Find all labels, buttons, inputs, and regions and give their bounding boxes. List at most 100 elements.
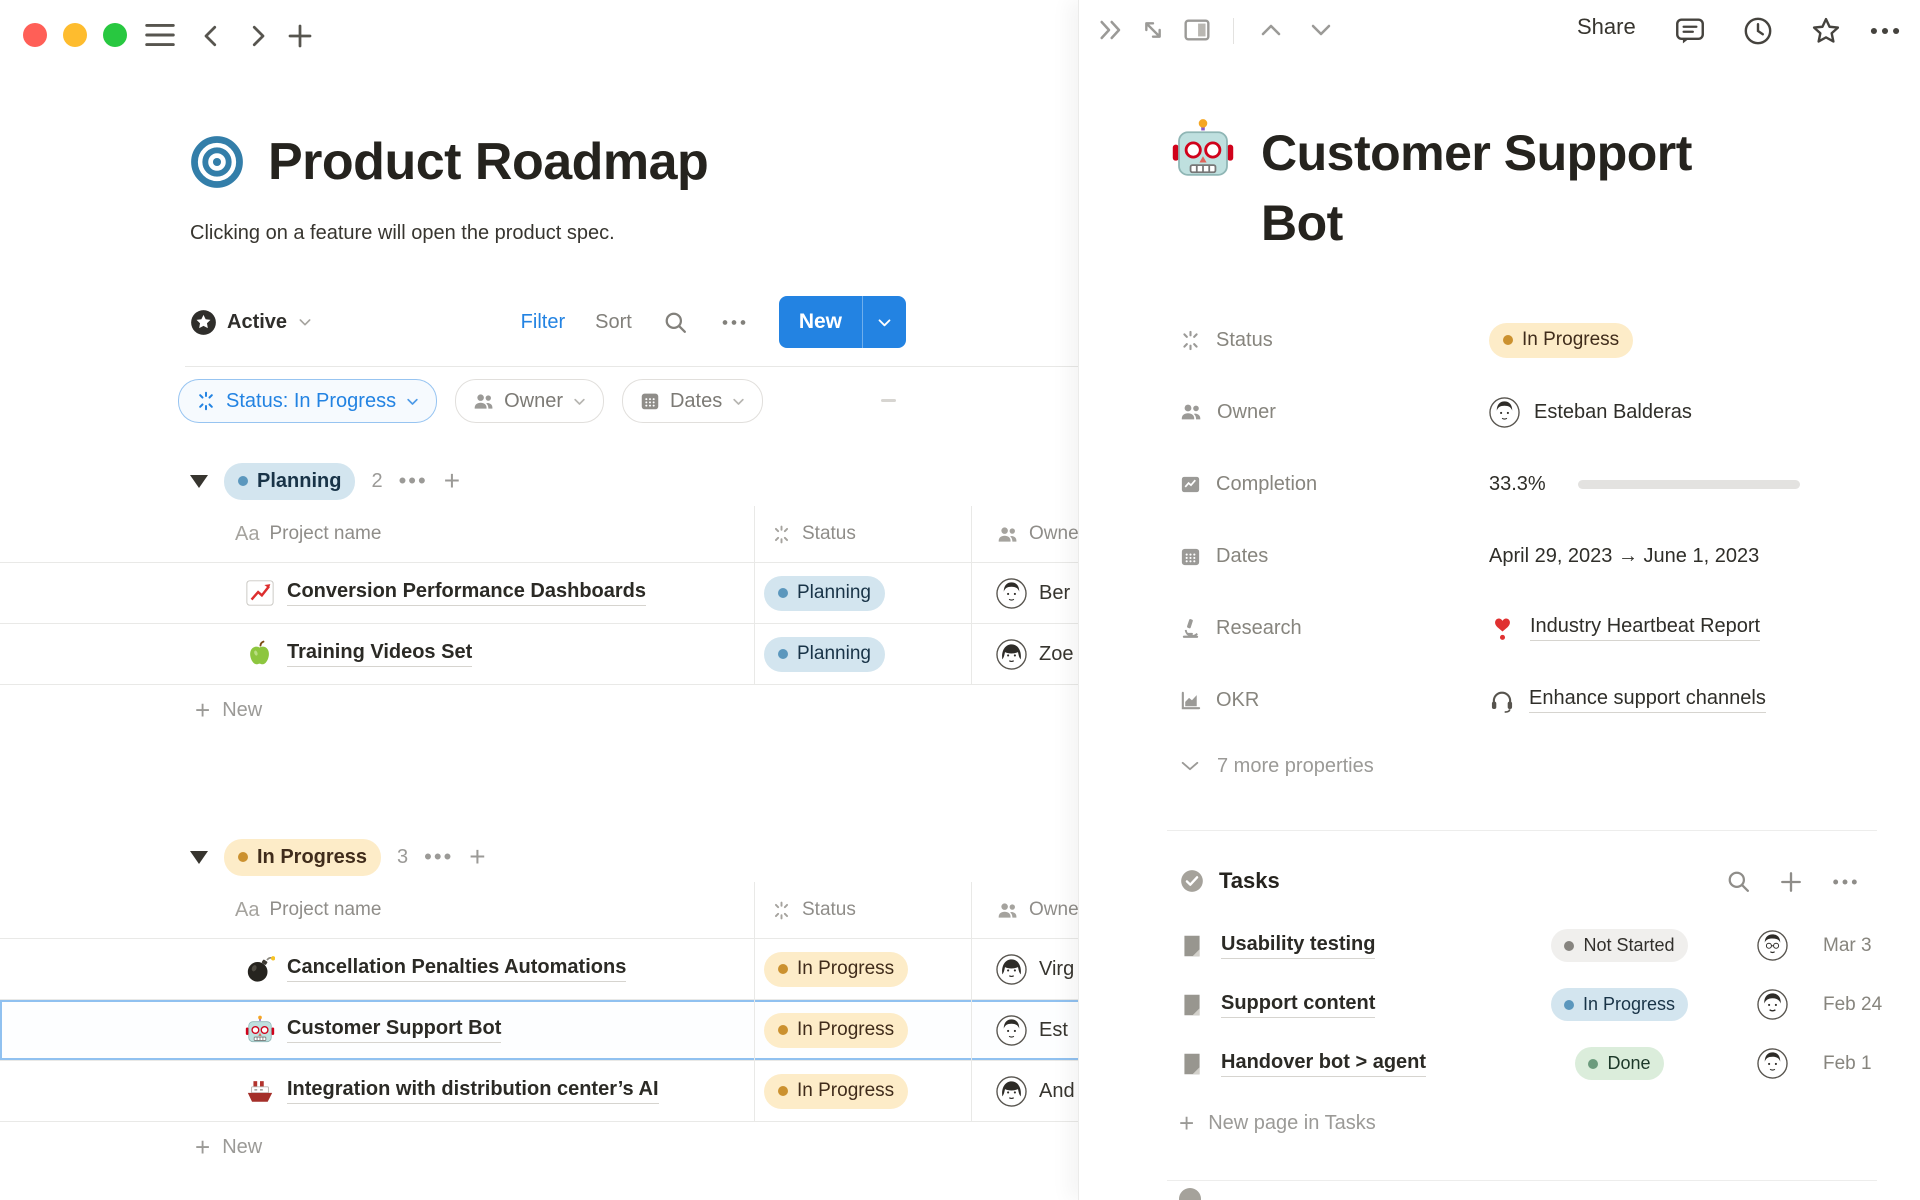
status-pill[interactable]: In Progress [764,1013,908,1048]
tasks-title[interactable]: Tasks [1219,868,1280,894]
history-icon[interactable] [1741,14,1775,48]
status-pill[interactable]: Planning [764,637,885,672]
property-okr[interactable]: OKR Enhance support channels [1179,664,1899,736]
status-pill[interactable]: In Progress [1489,323,1633,358]
project-name-link[interactable]: Customer Support Bot [287,1017,501,1043]
task-row[interactable]: Usability testing Not Started Mar 3 [1179,916,1899,975]
group-more-icon[interactable]: ••• [424,844,453,870]
table-row[interactable]: Conversion Performance Dashboards Planni… [0,563,1078,624]
task-row[interactable]: Handover bot > agent Done Feb 1 [1179,1034,1899,1093]
next-page-icon[interactable] [1305,14,1337,46]
task-title-link[interactable]: Handover bot > agent [1221,1051,1426,1077]
view-tab-label: Active [227,311,287,334]
column-header-name[interactable]: Project name [269,899,381,921]
status-pill[interactable]: In Progress [764,952,908,987]
property-status[interactable]: Status In Progress [1179,304,1899,376]
task-title-link[interactable]: Support content [1221,992,1375,1018]
task-status-pill[interactable]: Done [1575,1047,1663,1080]
property-research[interactable]: Research Industry Heartbeat Report [1179,592,1899,664]
add-filter-partial[interactable] [881,399,896,402]
table-header: AaProject name Status Owner [0,882,1078,939]
peek-page-title[interactable]: Customer Support Bot [1261,118,1761,258]
filter-button[interactable]: Filter [521,311,565,334]
property-completion[interactable]: Completion 33.3% [1179,448,1899,520]
sort-button[interactable]: Sort [595,311,632,334]
new-row-button[interactable]: + New [0,1122,1078,1172]
filter-chip-owner[interactable]: Owner [455,379,604,423]
project-name-link[interactable]: Integration with distribution center’s A… [287,1078,659,1104]
close-peek-icon[interactable] [1095,14,1127,46]
status-pill[interactable]: Planning [764,576,885,611]
completion-percent: 33.3% [1489,473,1546,496]
column-header-name[interactable]: Project name [269,523,381,545]
filter-chip-status[interactable]: Status: In Progress [178,379,437,423]
group-status-pill[interactable]: In Progress [224,839,381,876]
column-header-owner[interactable]: Owner [1029,899,1078,921]
task-status-pill[interactable]: In Progress [1551,988,1688,1021]
column-header-status[interactable]: Status [802,899,856,921]
next-section-icon [1179,1188,1201,1200]
filter-chip-dates[interactable]: Dates [622,379,763,423]
group-count: 2 [371,470,382,493]
new-tab-icon[interactable] [285,21,315,51]
filter-chip-label: Status: In Progress [226,390,396,413]
new-row-button[interactable]: + New [0,685,1078,735]
project-name-link[interactable]: Training Videos Set [287,641,472,667]
target-icon[interactable] [190,135,244,189]
section-divider [1167,830,1877,831]
new-button-label[interactable]: New [779,296,862,348]
task-due-date: Feb 24 [1823,994,1882,1016]
more-properties-button[interactable]: 7 more properties [1179,740,1374,792]
forward-icon[interactable] [243,21,273,51]
section-divider [1167,1180,1877,1181]
zoom-window-button[interactable] [103,23,127,47]
property-owner[interactable]: Owner Esteban Balderas [1179,376,1899,448]
more-options-icon[interactable] [719,309,749,336]
view-tab-active[interactable]: Active [190,309,313,336]
comments-icon[interactable] [1673,14,1707,48]
collapse-triangle-icon[interactable] [190,475,208,488]
table-row-selected[interactable]: Customer Support Bot In Progress Est [0,1000,1078,1061]
property-dates[interactable]: Dates April 29, 2023 → June 1, 2023 [1179,520,1899,592]
new-button[interactable]: New [779,296,906,348]
group-status-pill[interactable]: Planning [224,463,355,500]
group-more-icon[interactable]: ••• [399,468,428,494]
robot-emoji[interactable] [1171,118,1235,182]
new-button-chevron[interactable] [863,296,906,348]
tasks-more-icon[interactable] [1829,868,1861,896]
expand-page-icon[interactable] [1137,14,1169,46]
group-add-icon[interactable]: + [469,841,485,873]
filter-chip-bar: Status: In Progress Owner Dates [178,379,763,423]
tasks-search-icon[interactable] [1725,868,1752,895]
search-icon[interactable] [662,309,689,336]
column-header-status[interactable]: Status [802,523,856,545]
page-icon [1179,933,1205,959]
minimize-window-button[interactable] [63,23,87,47]
page-more-icon[interactable] [1867,14,1903,48]
favorite-star-icon[interactable] [1809,14,1843,48]
back-icon[interactable] [196,21,226,51]
task-row[interactable]: Support content In Progress Feb 24 [1179,975,1899,1034]
project-name-link[interactable]: Cancellation Penalties Automations [287,956,626,982]
relation-link[interactable]: Industry Heartbeat Report [1530,615,1760,641]
owner-name: Ber [1039,582,1070,605]
column-header-owner[interactable]: Owner [1029,523,1078,545]
collapse-triangle-icon[interactable] [190,851,208,864]
share-button[interactable]: Share [1577,14,1636,40]
project-name-link[interactable]: Conversion Performance Dashboards [287,580,646,606]
tasks-add-icon[interactable] [1777,868,1805,896]
table-row[interactable]: Integration with distribution center’s A… [0,1061,1078,1122]
status-pill[interactable]: In Progress [764,1074,908,1109]
side-peek-icon[interactable] [1181,14,1213,46]
task-status-pill[interactable]: Not Started [1551,929,1687,962]
owner-name: And [1039,1080,1075,1103]
sidebar-menu-icon[interactable] [142,21,178,49]
relation-link[interactable]: Enhance support channels [1529,687,1766,713]
group-add-icon[interactable]: + [444,465,460,497]
new-page-in-tasks-button[interactable]: + New page in Tasks [1179,1098,1376,1148]
table-row[interactable]: Cancellation Penalties Automations In Pr… [0,939,1078,1000]
table-row[interactable]: Training Videos Set Planning Zoe [0,624,1078,685]
close-window-button[interactable] [23,23,47,47]
task-title-link[interactable]: Usability testing [1221,933,1375,959]
previous-page-icon[interactable] [1255,14,1287,46]
